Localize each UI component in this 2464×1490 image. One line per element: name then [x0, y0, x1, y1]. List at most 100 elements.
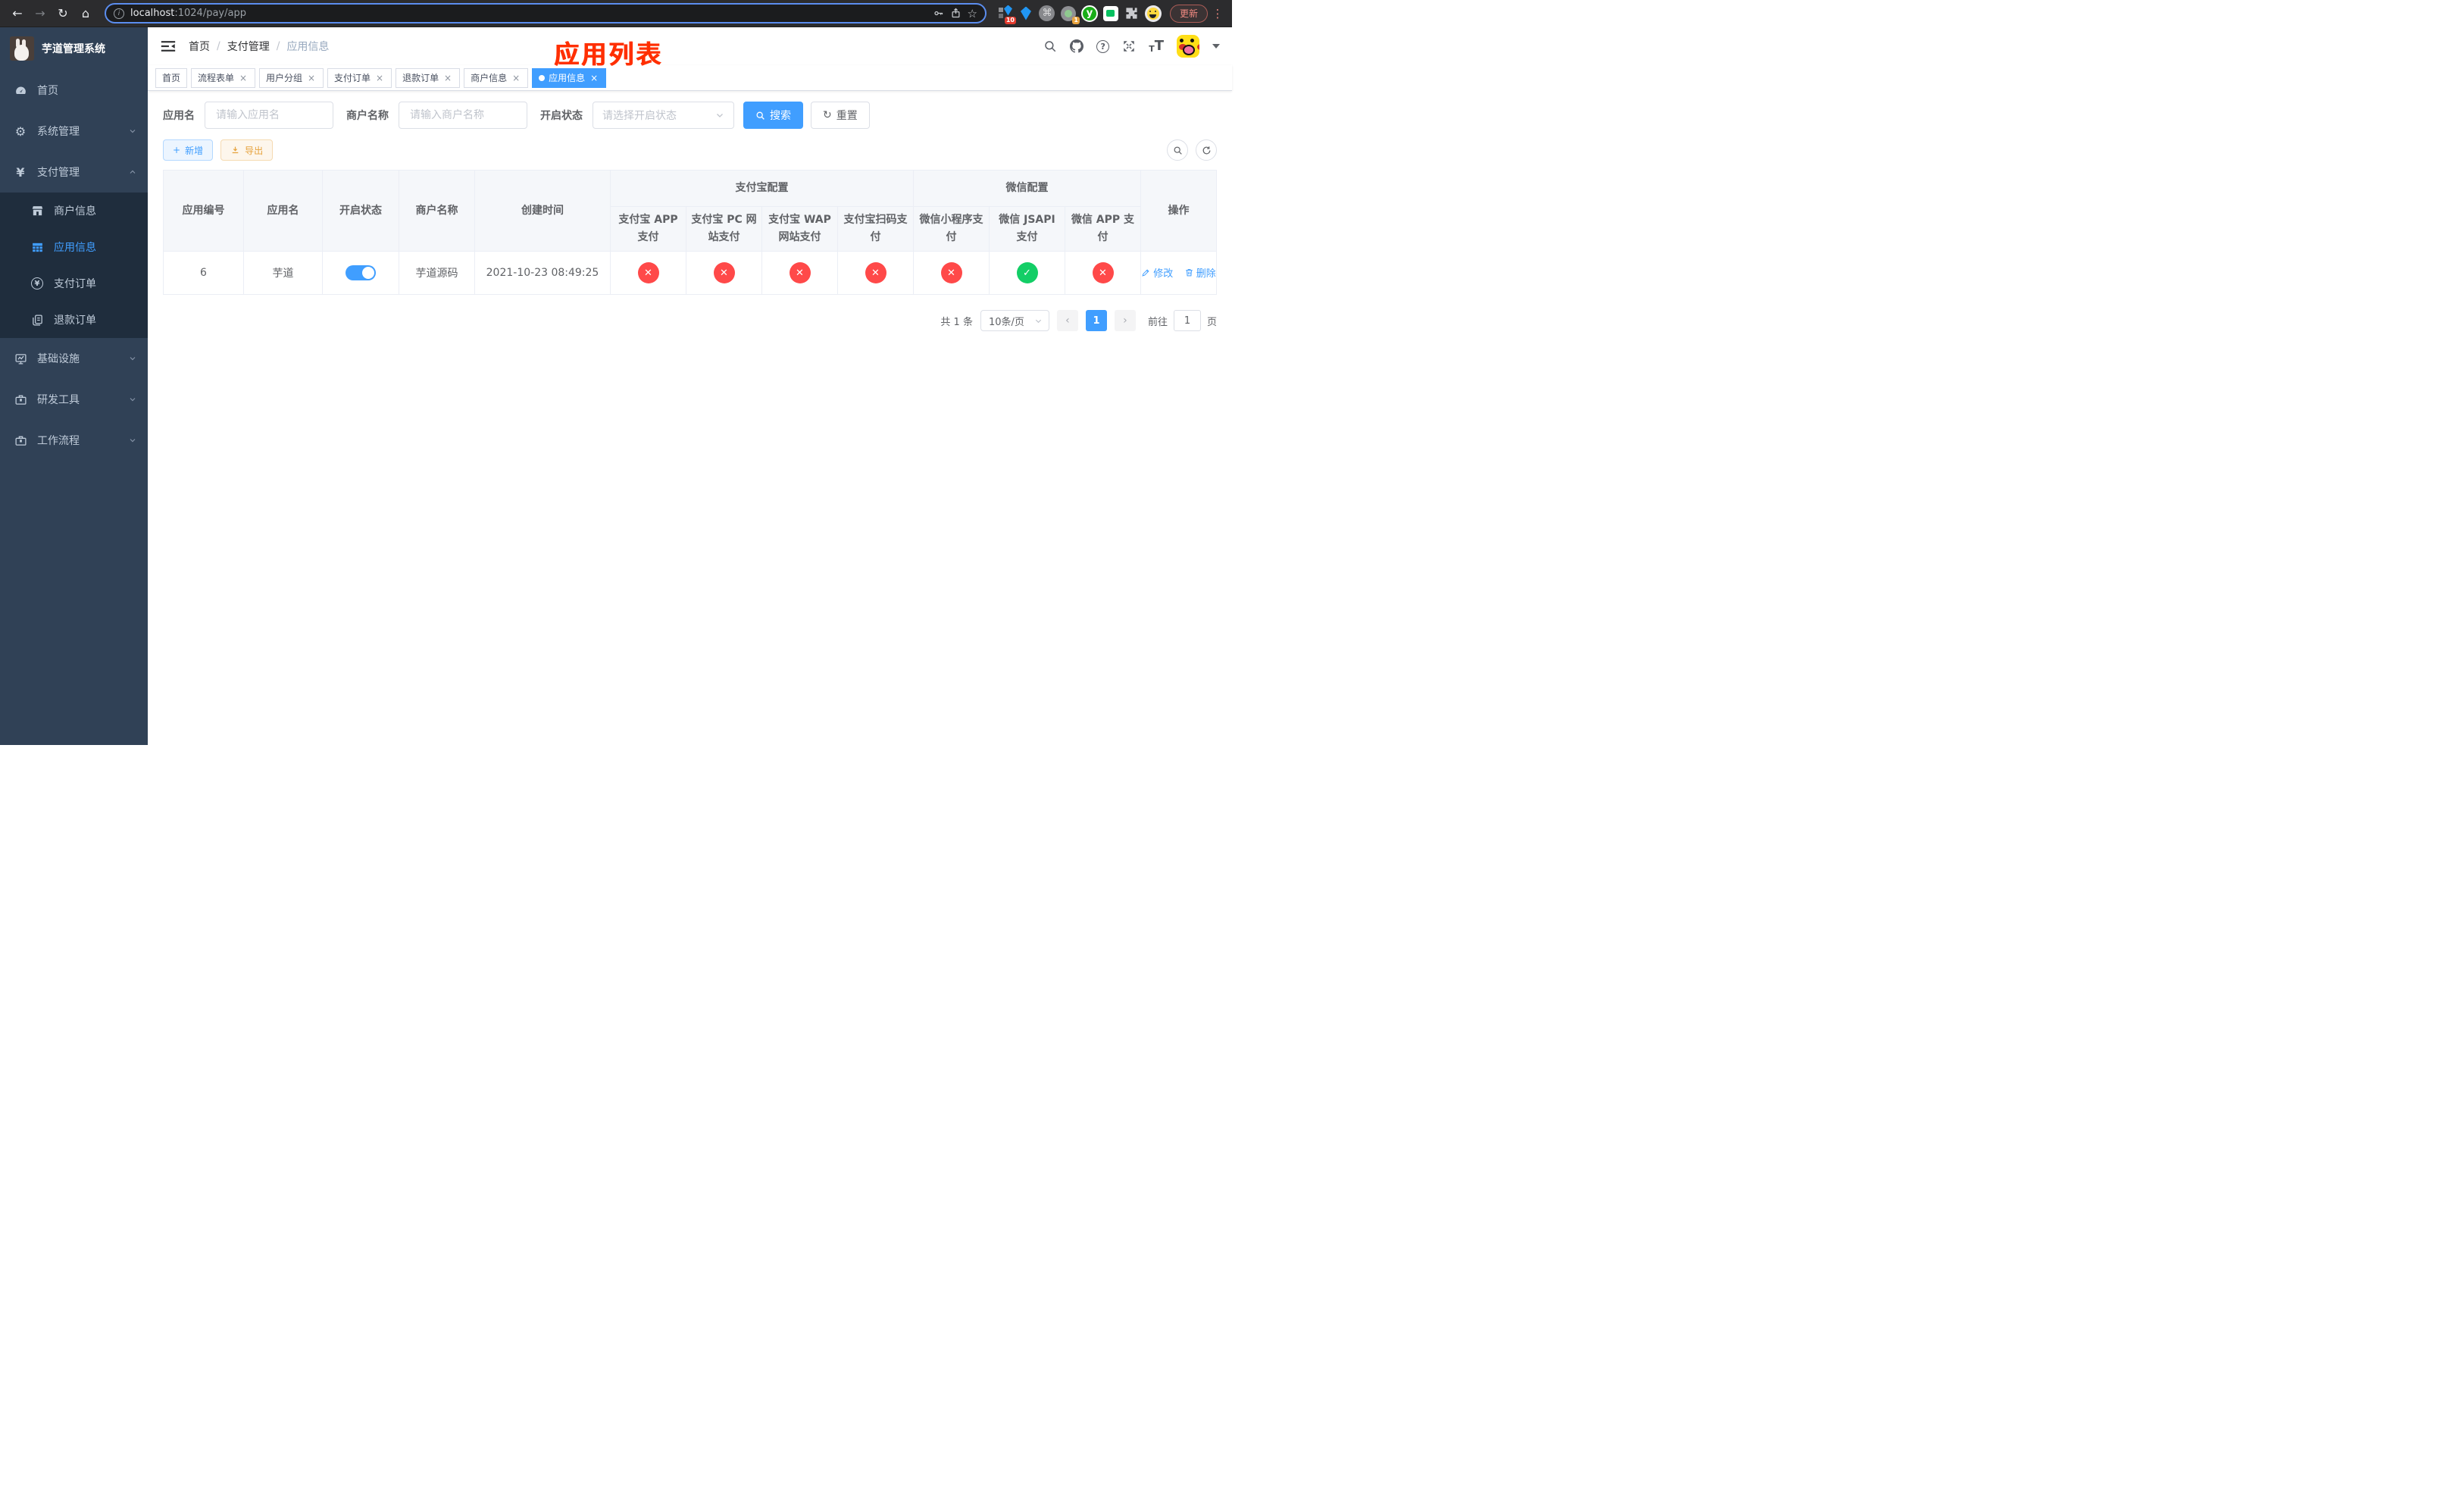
- chevron-down-icon: [717, 114, 723, 117]
- next-page-button[interactable]: ›: [1114, 310, 1136, 331]
- close-icon[interactable]: ×: [374, 73, 385, 83]
- trash-icon: [1185, 268, 1193, 277]
- address-bar[interactable]: i localhost:1024/pay/app ☆: [105, 3, 987, 23]
- enabled-switch[interactable]: [346, 265, 376, 280]
- sidebar-item-label: 商户信息: [54, 205, 96, 218]
- sidebar-item-refund-order[interactable]: 退款订单: [0, 302, 148, 338]
- browser-forward-icon[interactable]: →: [30, 4, 50, 23]
- extension-emoji-icon[interactable]: [1144, 5, 1162, 23]
- breadcrumb-home[interactable]: 首页: [189, 39, 210, 54]
- add-button[interactable]: + 新增: [163, 139, 214, 161]
- extension-command-icon[interactable]: ⌘: [1038, 5, 1056, 23]
- prev-page-button[interactable]: ‹: [1056, 310, 1078, 331]
- search-button-label: 搜索: [770, 110, 791, 122]
- sidebar-item-label: 工作流程: [37, 435, 80, 447]
- search-icon[interactable]: [1043, 39, 1057, 53]
- status-icon: ✓: [1016, 262, 1038, 283]
- refresh-table-button[interactable]: [1196, 139, 1217, 161]
- sidebar-logo[interactable]: 芋道管理系统: [0, 27, 148, 70]
- tags-view: 首页 流程表单 × 用户分组 × 支付订单 × 退款订单 × 商户信息 × 应用信息 ×: [148, 65, 1232, 91]
- user-avatar[interactable]: [1177, 35, 1199, 58]
- close-icon[interactable]: ×: [306, 73, 317, 83]
- extension-ring-icon[interactable]: 1: [1059, 5, 1080, 24]
- close-icon[interactable]: ×: [589, 73, 599, 83]
- tab-pay-order[interactable]: 支付订单 ×: [327, 67, 392, 88]
- tab-refund-order[interactable]: 退款订单 ×: [396, 67, 461, 88]
- delete-link[interactable]: 删除: [1184, 265, 1216, 280]
- col-header-name: 应用名: [243, 170, 323, 252]
- add-button-label: 新增: [185, 145, 204, 156]
- tab-process-form[interactable]: 流程表单 ×: [191, 67, 256, 88]
- extension-y-icon[interactable]: y: [1080, 5, 1099, 23]
- col-group-alipay: 支付宝配置: [610, 170, 914, 207]
- merchant-name-input[interactable]: [399, 102, 527, 129]
- browser-toolbar: ← → ↻ ⌂ i localhost:1024/pay/app ☆ 10 ⌘ …: [0, 0, 1232, 27]
- close-icon[interactable]: ×: [442, 73, 453, 83]
- extensions-puzzle-icon[interactable]: [1123, 5, 1141, 23]
- fullscreen-icon[interactable]: [1122, 39, 1136, 53]
- page-size-select[interactable]: 10条/页: [980, 310, 1049, 331]
- tab-label: 退款订单: [402, 73, 439, 83]
- search-button[interactable]: 搜索: [743, 102, 803, 129]
- breadcrumb-pay[interactable]: 支付管理: [227, 39, 270, 54]
- app-name-label: 应用名: [163, 110, 195, 122]
- extension-badge: 1: [1072, 16, 1080, 24]
- font-size-icon[interactable]: TT: [1149, 39, 1164, 54]
- col-header-wechat-jsapi: 微信 JSAPI 支付: [989, 206, 1065, 252]
- sidebar-item-merchant-info[interactable]: 商户信息: [0, 193, 148, 229]
- tab-label: 商户信息: [471, 73, 508, 83]
- sidebar-item-system[interactable]: ⚙ 系统管理: [0, 111, 148, 152]
- close-icon[interactable]: ×: [511, 73, 521, 83]
- active-dot: [539, 74, 546, 81]
- tab-merchant-info[interactable]: 商户信息 ×: [464, 67, 529, 88]
- tab-app-info[interactable]: 应用信息 ×: [532, 67, 607, 88]
- toggle-search-button[interactable]: [1167, 139, 1188, 161]
- help-icon[interactable]: ?: [1096, 39, 1110, 53]
- browser-menu-icon[interactable]: ⋮: [1211, 7, 1224, 20]
- page-number-1[interactable]: 1: [1085, 310, 1107, 331]
- chrome-update-button[interactable]: 更新: [1169, 4, 1208, 23]
- gear-icon: ⚙: [14, 124, 27, 139]
- app-name-input[interactable]: [205, 102, 333, 129]
- breadcrumb-separator: /: [217, 40, 220, 52]
- extension-gem-icon[interactable]: [1017, 5, 1035, 23]
- store-icon: [30, 205, 44, 218]
- tab-label: 用户分组: [266, 73, 303, 83]
- browser-reload-icon[interactable]: ↻: [53, 4, 73, 23]
- url-text[interactable]: localhost:1024/pay/app: [130, 8, 927, 19]
- documents-icon: [30, 314, 44, 327]
- cell-id: 6: [163, 251, 244, 295]
- close-icon[interactable]: ×: [238, 73, 249, 83]
- sidebar-item-pay-order[interactable]: ¥ 支付订单: [0, 265, 148, 302]
- sidebar-item-workflow[interactable]: 工作流程: [0, 420, 148, 461]
- extension-chat-icon[interactable]: [1102, 5, 1120, 23]
- tab-home[interactable]: 首页: [155, 67, 188, 88]
- browser-back-icon[interactable]: ←: [8, 4, 27, 23]
- app-title: 芋道管理系统: [42, 43, 105, 55]
- sidebar-collapse-icon[interactable]: [160, 38, 177, 55]
- status-select[interactable]: 请选择开启状态: [593, 102, 734, 129]
- site-info-icon[interactable]: i: [114, 8, 124, 19]
- cell-name: 芋道: [243, 251, 323, 295]
- sidebar-item-pay[interactable]: ¥ 支付管理: [0, 152, 148, 193]
- edit-link[interactable]: 修改: [1141, 265, 1173, 280]
- extension-blocks-icon[interactable]: 10: [996, 5, 1016, 24]
- export-button[interactable]: 导出: [220, 139, 274, 161]
- reset-button[interactable]: ↻ 重置: [811, 102, 870, 129]
- avatar-caret-icon[interactable]: [1212, 44, 1220, 52]
- sidebar-item-app-info[interactable]: 应用信息: [0, 229, 148, 265]
- sidebar-item-dev-tools[interactable]: 研发工具: [0, 379, 148, 420]
- browser-home-icon[interactable]: ⌂: [76, 4, 95, 23]
- password-key-icon[interactable]: [933, 8, 944, 19]
- share-icon[interactable]: [950, 8, 962, 19]
- page-content: 应用名 商户名称 开启状态 请选择开启状态 搜索 ↻ 重置: [148, 91, 1232, 745]
- goto-page-input[interactable]: [1173, 310, 1201, 331]
- sidebar-item-infra[interactable]: 基础设施: [0, 338, 148, 379]
- merchant-name-label: 商户名称: [346, 110, 389, 122]
- tab-user-group[interactable]: 用户分组 ×: [259, 67, 324, 88]
- bookmark-star-icon[interactable]: ☆: [968, 7, 977, 20]
- github-icon[interactable]: [1070, 39, 1084, 53]
- sidebar-item-home[interactable]: 首页: [0, 70, 148, 111]
- status-icon: ✕: [1092, 262, 1114, 283]
- chevron-down-icon: [128, 127, 137, 136]
